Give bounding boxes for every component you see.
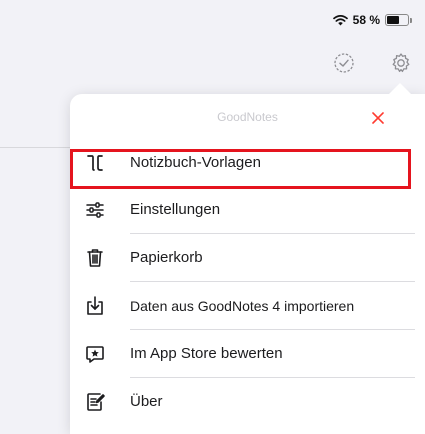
menu-item-label: Daten aus GoodNotes 4 importieren	[130, 298, 355, 314]
star-bubble-icon	[86, 346, 104, 363]
menu-item-papierkorb[interactable]: Papierkorb	[70, 234, 425, 282]
sliders-icon	[86, 202, 104, 218]
battery-percent: 58 %	[352, 13, 380, 27]
menu-item-label: Im App Store bewerten	[130, 345, 283, 362]
menu-item-import[interactable]: Daten aus GoodNotes 4 importieren	[70, 282, 425, 330]
menu-item-label: Über	[130, 393, 163, 410]
import-icon	[87, 296, 103, 315]
gear-icon[interactable]	[390, 52, 412, 74]
popover-header: GoodNotes	[70, 94, 425, 141]
settings-popover: GoodNotes Notizbuch-Vorlagen Einstellung…	[70, 83, 425, 434]
wifi-icon	[332, 15, 348, 26]
background-divider	[0, 147, 70, 148]
select-check-icon[interactable]	[333, 52, 355, 74]
trash-icon	[87, 249, 103, 267]
menu-item-einstellungen[interactable]: Einstellungen	[70, 186, 425, 234]
menu-item-bewerten[interactable]: Im App Store bewerten	[70, 330, 425, 378]
menu-item-label: Einstellungen	[130, 201, 221, 218]
close-icon[interactable]	[370, 110, 386, 126]
battery-icon	[385, 14, 412, 26]
info-note-icon	[87, 393, 105, 411]
template-icon	[87, 155, 103, 171]
menu-item-label: Papierkorb	[130, 249, 203, 266]
status-bar: 58 %	[332, 10, 412, 30]
menu-item-label: Notizbuch-Vorlagen	[130, 154, 261, 171]
menu-item-notizbuch-vorlagen[interactable]: Notizbuch-Vorlagen	[70, 141, 425, 186]
menu-item-ueber[interactable]: Über	[70, 378, 425, 426]
